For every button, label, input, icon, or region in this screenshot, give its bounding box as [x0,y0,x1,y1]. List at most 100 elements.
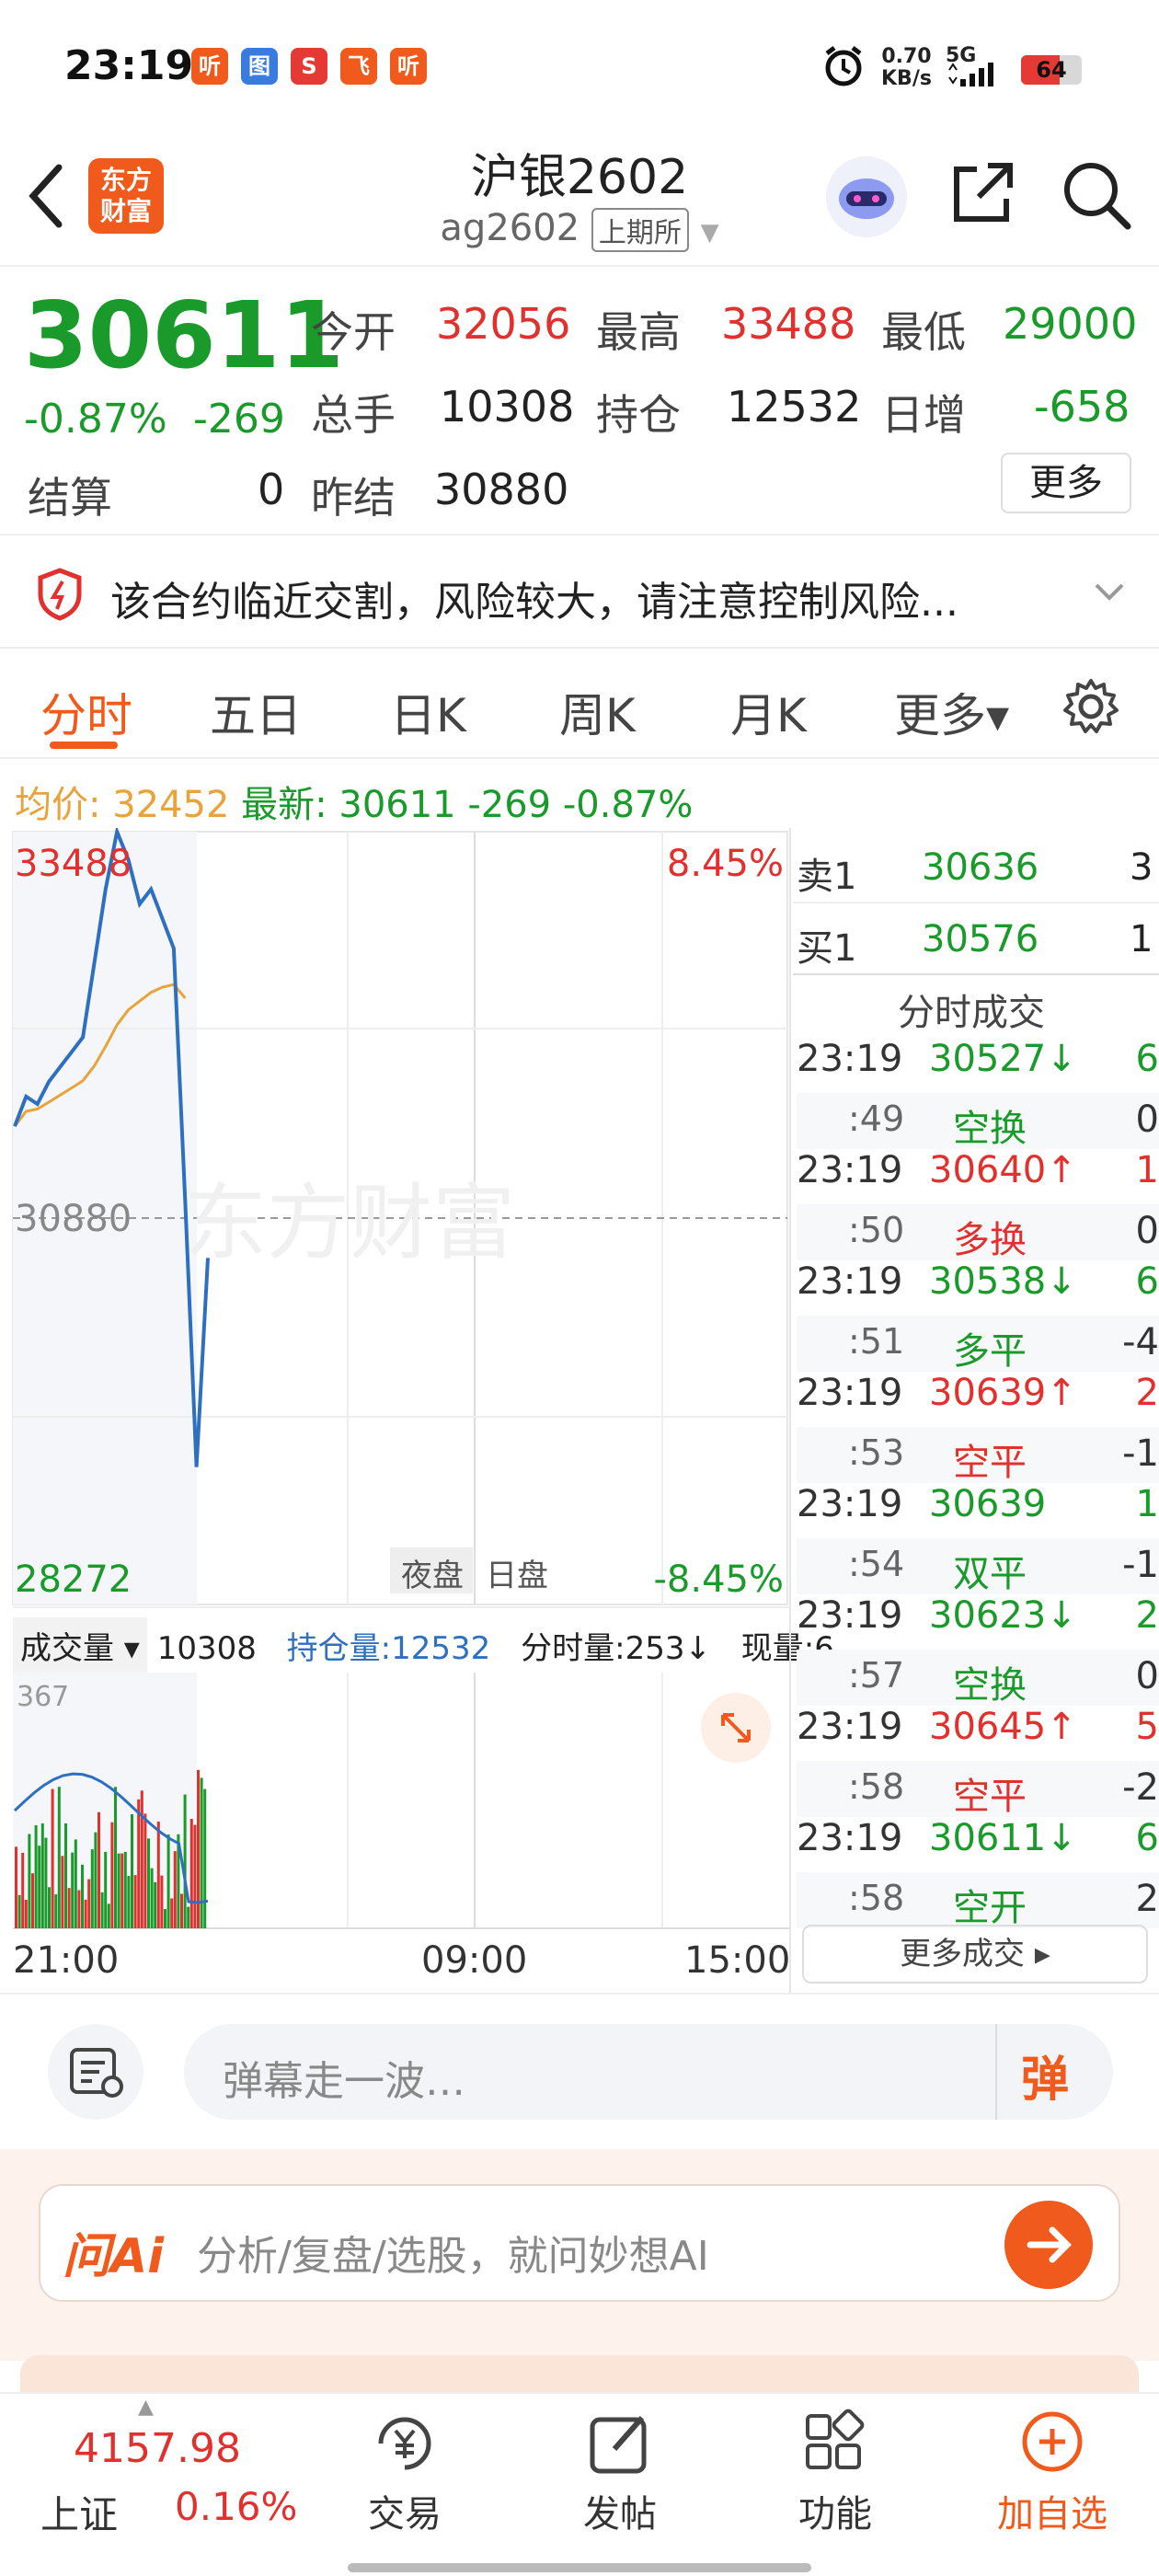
tab-month-k[interactable]: 月K [730,679,807,745]
prev-settle-value: 30880 [434,465,569,514]
prev-settle-label: 昨结 [311,473,396,523]
trade-type: 空开 [953,1887,1027,1929]
volume-bar [98,1811,100,1928]
trade-row-detail: :50 多换 0 [797,1204,1159,1261]
share-icon[interactable] [947,158,1017,228]
trade-price: 30640↑ [929,1149,1077,1191]
trades-list: 23:19 30527↓ 6:49 空换 0 23:19 30640↑ 1:50 多换 0 23:1… [797,1038,1159,1929]
trade-icon[interactable] [370,2409,440,2478]
trade-time: 23:19 [797,1817,903,1859]
app-notification-icon: S [291,48,327,85]
trade-volume: 6 [1135,1817,1159,1859]
panel-divider [789,828,791,1993]
volume-bar [110,1822,114,1928]
latest-label: 最新: [241,784,327,826]
y-axis-mid: 30880 [15,1198,132,1240]
volume-bar [15,1846,17,1928]
open-label: 今开 [311,307,396,357]
x-label-start: 21:00 [13,1939,120,1982]
nav-trade[interactable]: 交易 [313,2484,497,2537]
signal-icon [948,63,993,86]
volume-bar [183,1794,187,1928]
trade-price: 30645↑ [929,1706,1077,1748]
sell1-label: 卖1 [797,856,857,898]
tab-minute[interactable]: 分时 [40,679,132,745]
volume-bar [71,1852,75,1928]
warning-text: 该合约临近交割，风险较大，请注意控制风险... [110,579,958,626]
ai-robot-avatar[interactable] [826,156,907,237]
exchange-badge: 上期所 [591,208,689,252]
chevron-down-icon[interactable] [1093,581,1126,604]
trade-time: 23:19 [797,1483,903,1525]
danmu-send-button[interactable]: 弹 [1021,2041,1069,2110]
y-axis-low: 28272 [15,1558,132,1601]
volume-bar [197,1769,200,1928]
volume-bar [104,1851,108,1928]
trade-type: 空平 [953,1776,1027,1818]
tab-five-day[interactable]: 五日 [210,679,302,745]
trade-volume: 2 [1135,1372,1159,1414]
risk-warning-bar[interactable]: 该合约临近交割，风险较大，请注意控制风险... [0,534,1159,649]
daily-inc-value: -658 [1034,382,1130,431]
last-price: 30611 [24,282,344,389]
volume-bar [74,1839,77,1928]
avg-price-value: 32452 [112,784,230,826]
contract-code: ag2602 [440,207,580,249]
trade-price-value: 30623 [929,1594,1047,1637]
net-speed: 0.70 KB/s [881,46,932,90]
trade-direction-icon: ↑ [1046,1372,1077,1414]
volume-selector[interactable]: 成交量 ▾ [13,1617,147,1673]
volume-bar [51,1788,54,1928]
night-session-tag[interactable]: 夜盘 [401,1558,464,1594]
danmu-input[interactable]: 弹幕走一波… 弹 [184,2024,1113,2120]
volume-bar [173,1851,177,1928]
trade-row: 23:19 30538↓ 6 [797,1260,1159,1316]
ai-submit-button[interactable] [1004,2201,1093,2289]
tab-week-k[interactable]: 周K [559,679,636,745]
search-icon[interactable] [1060,158,1133,232]
trade-type: 空换 [953,1664,1027,1707]
trade-seconds: :51 [848,1321,905,1362]
index-value[interactable]: 4157.98 [74,2425,241,2472]
more-quote-button[interactable]: 更多 [1001,453,1131,513]
divider [793,973,1159,975]
ai-logo: 问Ai [63,2229,165,2284]
trade-row-detail: :51 多平 -4 [797,1316,1159,1373]
trade-price: 30623↓ [929,1594,1077,1637]
status-bar: 23:19 听 图 S 飞 听 0.70 KB/s 5G 64 [0,0,1159,138]
volume-bar [48,1887,51,1928]
volume-bar [81,1864,84,1928]
home-indicator[interactable] [348,2563,811,2572]
nav-post[interactable]: 发帖 [528,2484,712,2537]
trade-volume: 1 [1135,1483,1159,1525]
trade-volume: 5 [1135,1706,1159,1748]
battery-icon: 64 [1021,55,1082,85]
status-time: 23:19 [64,42,194,89]
trade-price-value: 30611 [929,1817,1047,1859]
grid-icon[interactable] [800,2409,870,2478]
index-name[interactable]: 上证 [40,2484,118,2540]
more-trades-button[interactable]: 更多成交 ▸ [802,1925,1148,1984]
add-watchlist-icon[interactable] [1017,2407,1087,2477]
ai-search-bar[interactable]: 问Ai 分析/复盘/选股，就问妙想AI [39,2184,1120,2302]
nav-functions[interactable]: 功能 [743,2484,927,2537]
danmu-settings-button[interactable] [48,2024,143,2120]
volume-value: 10308 [440,382,575,431]
trade-row: 23:19 30639↑ 2 [797,1372,1159,1427]
volume-bar [77,1890,81,1928]
vol-max-label: 367 [17,1681,69,1713]
volume-bar [54,1894,58,1928]
nav-add-watchlist[interactable]: 加自选 [960,2484,1144,2537]
day-session-tag[interactable]: 日盘 [486,1558,548,1594]
index-change-pct[interactable]: 0.16% [175,2484,297,2529]
tab-day-k[interactable]: 日K [390,679,466,745]
settle-label: 结算 [28,473,112,523]
low-label: 最低 [881,307,966,357]
post-icon[interactable] [585,2409,655,2478]
trade-row: 23:19 30623↓ 2 [797,1594,1159,1650]
trade-price-value: 30639 [929,1483,1047,1525]
tab-more[interactable]: 更多▾ [894,679,1009,745]
y-axis-high: 33488 [15,843,132,885]
intraday-chart[interactable]: 东方财富 33488 30880 28272 8.45% -8.45% 夜盘 日… [0,828,791,1638]
gear-icon[interactable] [1061,677,1120,736]
